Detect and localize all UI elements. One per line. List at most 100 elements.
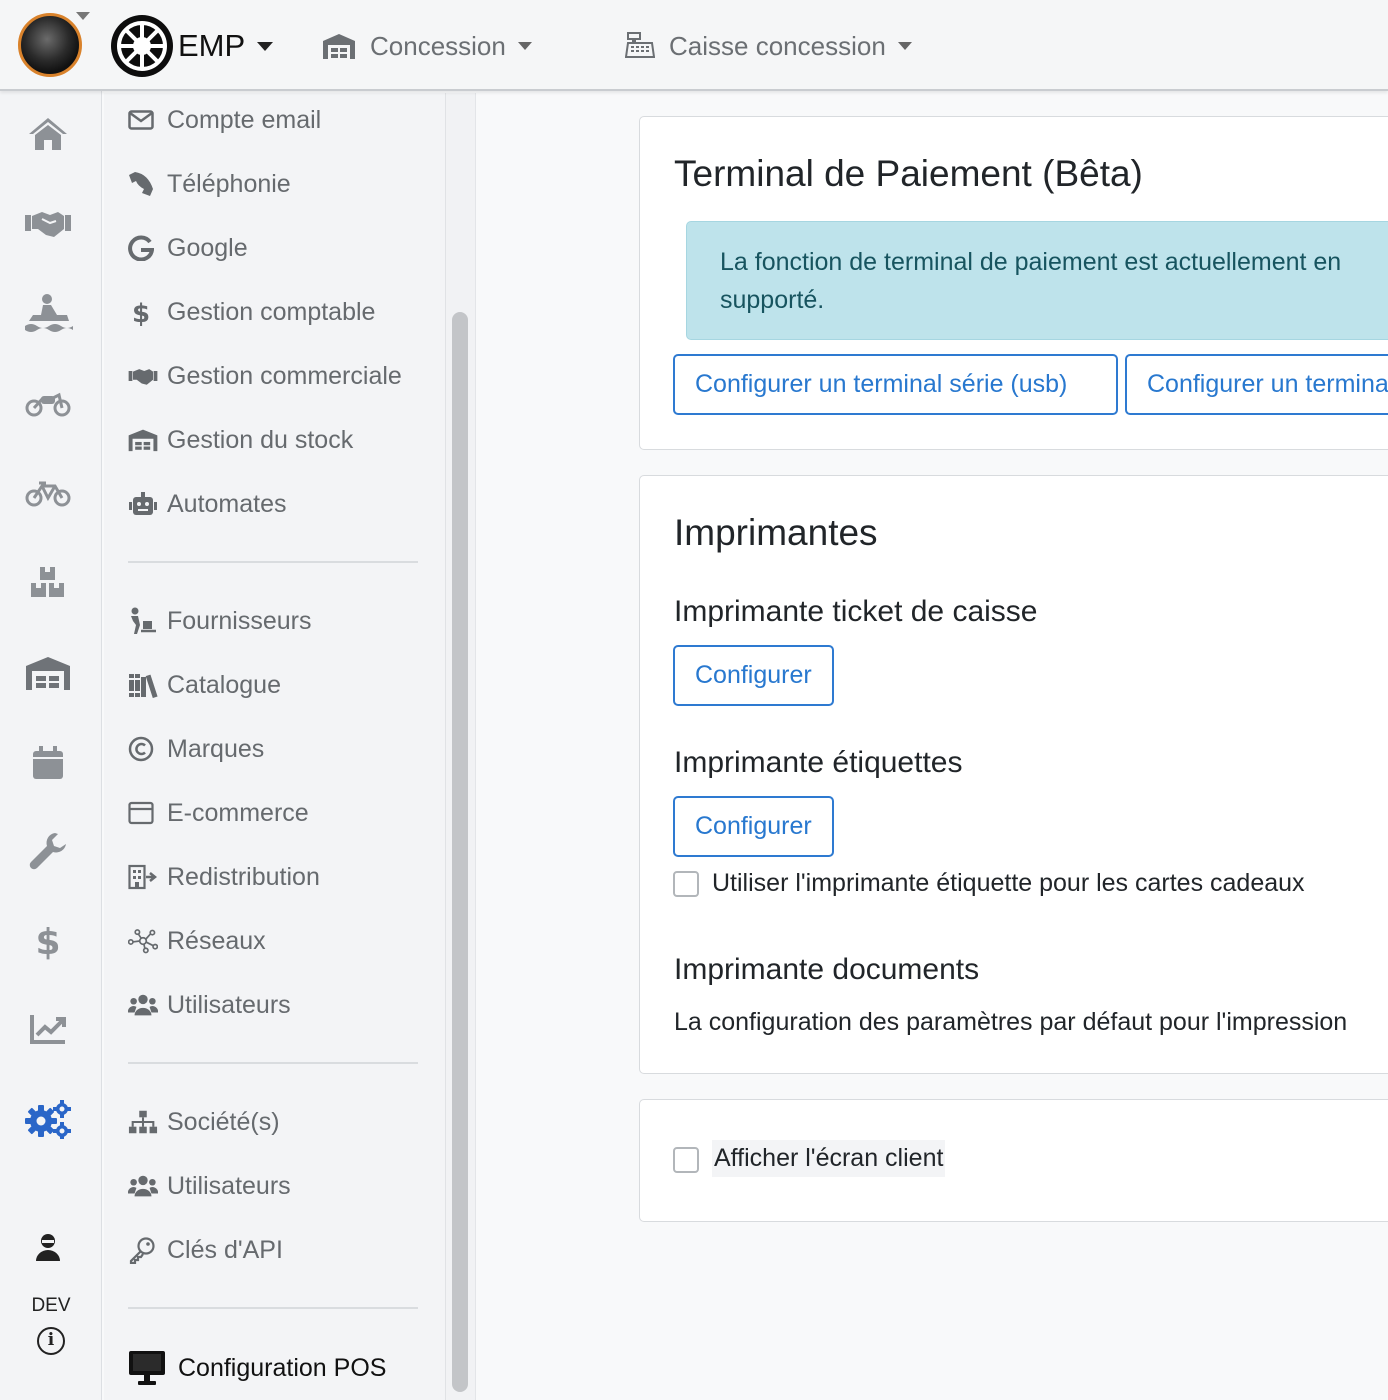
wrench-icon[interactable] xyxy=(22,825,74,877)
menu-item-pos-config[interactable]: Configuration POS xyxy=(128,1348,386,1388)
dollar-icon[interactable]: $ xyxy=(22,915,74,967)
google-icon xyxy=(128,233,158,263)
card-title: Terminal de Paiement (Bêta) xyxy=(674,153,1143,194)
menu-item-label: Utilisateurs xyxy=(167,990,291,1019)
menu-item-automates[interactable]: Automates xyxy=(128,484,287,524)
menu-item-users[interactable]: Utilisateurs xyxy=(128,985,291,1025)
chevron-down-icon xyxy=(897,42,912,50)
cogs-icon[interactable] xyxy=(22,1093,74,1145)
warehouse-icon xyxy=(323,34,355,59)
customer-display-checkbox[interactable] xyxy=(673,1147,699,1173)
phone-icon xyxy=(128,169,158,199)
location-dropdown[interactable]: Concession xyxy=(322,26,532,66)
chevron-down-icon[interactable] xyxy=(76,12,90,20)
configure-serial-terminal-button[interactable]: Configurer un terminal série (usb) xyxy=(673,354,1118,415)
network-icon xyxy=(128,926,158,956)
configure-receipt-printer-button[interactable]: Configurer xyxy=(673,645,834,706)
menu-item-stock[interactable]: Gestion du stock xyxy=(128,420,353,460)
gift-card-label-printer-checkbox[interactable] xyxy=(673,871,699,897)
menu-item-label: Gestion commerciale xyxy=(167,361,402,390)
menu-item-label: Marques xyxy=(167,734,265,763)
printers-card: Imprimantes Imprimante ticket de caisse … xyxy=(639,475,1388,1074)
menu-item-catalogue[interactable]: Catalogue xyxy=(128,665,281,705)
environment-label: DEV xyxy=(31,1295,71,1316)
card-title: Imprimantes xyxy=(674,512,878,553)
customer-display-card: Afficher l'écran client xyxy=(639,1099,1388,1222)
chevron-down-icon xyxy=(257,41,274,51)
menu-item-label: Gestion comptable xyxy=(167,297,376,326)
menu-item-label: Catalogue xyxy=(167,670,281,699)
menu-item-telephony[interactable]: Téléphonie xyxy=(128,164,291,204)
menu-divider xyxy=(128,1307,418,1309)
settings-menu: Compte email Téléphonie Google $ Gestion… xyxy=(104,93,446,1400)
user-avatar[interactable] xyxy=(18,13,82,77)
menu-item-ecommerce[interactable]: E-commerce xyxy=(128,793,309,833)
envelope-icon xyxy=(128,105,158,135)
label-printer-title: Imprimante étiquettes xyxy=(674,746,963,779)
menu-item-label: Téléphonie xyxy=(167,169,291,198)
empire-logo-icon xyxy=(111,15,173,77)
menu-divider xyxy=(128,1062,418,1064)
main-nav-rail: $ DEV i xyxy=(0,91,102,1400)
configure-other-terminal-button[interactable]: Configurer un terminal xyxy=(1125,354,1388,415)
users-icon xyxy=(128,1171,158,1201)
robot-icon xyxy=(128,489,158,519)
customer-display-label[interactable]: Afficher l'écran client xyxy=(712,1140,946,1177)
alert-text-line: supporté. xyxy=(720,286,825,314)
menu-item-label: Gestion du stock xyxy=(167,425,354,454)
menu-item-redistribution[interactable]: Redistribution xyxy=(128,857,320,897)
app-window: EMP Concession Caisse concession $ DEV i… xyxy=(0,0,1388,1400)
menu-item-api-keys[interactable]: Clés d'API xyxy=(128,1230,283,1270)
gift-card-checkbox-label[interactable]: Utiliser l'imprimante étiquette pour les… xyxy=(712,869,1305,898)
home-icon[interactable] xyxy=(22,108,74,160)
documents-printer-title: Imprimante documents xyxy=(674,953,980,986)
key-icon xyxy=(128,1235,158,1265)
menu-item-accounting[interactable]: $ Gestion comptable xyxy=(128,292,376,332)
cash-register-icon xyxy=(625,32,655,58)
menu-item-label: Redistribution xyxy=(167,862,320,891)
alert-text-line: La fonction de terminal de paiement est … xyxy=(720,248,1342,276)
warehouse-icon[interactable] xyxy=(22,647,74,699)
warehouse-icon xyxy=(128,425,158,455)
cash-register-dropdown[interactable]: Caisse concession xyxy=(625,26,912,66)
location-label: Concession xyxy=(370,30,506,61)
documents-printer-text: La configuration des paramètres par défa… xyxy=(674,1008,1348,1036)
company-switcher[interactable]: EMP xyxy=(110,15,274,77)
menu-item-commercial[interactable]: Gestion commerciale xyxy=(128,356,402,396)
scrollbar-thumb[interactable] xyxy=(452,312,468,1392)
menu-item-google[interactable]: Google xyxy=(128,228,248,268)
svg-text:$: $ xyxy=(35,922,60,961)
users-icon xyxy=(128,990,158,1020)
handshake-icon[interactable] xyxy=(22,197,74,249)
books-icon xyxy=(128,670,158,700)
info-alert: La fonction de terminal de paiement est … xyxy=(686,221,1388,340)
cash-register-label: Caisse concession xyxy=(669,30,886,61)
menu-item-label: Automates xyxy=(167,489,287,518)
jetski-icon[interactable] xyxy=(22,287,74,339)
menu-item-label: Compte email xyxy=(167,105,322,134)
boxes-icon[interactable] xyxy=(22,557,74,609)
user-icon[interactable] xyxy=(22,1221,74,1273)
menu-item-suppliers[interactable]: Fournisseurs xyxy=(128,601,312,641)
menu-item-label: Configuration POS xyxy=(178,1353,387,1382)
menu-item-email[interactable]: Compte email xyxy=(128,100,321,140)
payment-terminal-card: Terminal de Paiement (Bêta) La fonction … xyxy=(639,116,1388,450)
configure-label-printer-button[interactable]: Configurer xyxy=(673,796,834,857)
motorcycle-icon[interactable] xyxy=(22,377,74,429)
menu-item-users-2[interactable]: Utilisateurs xyxy=(128,1166,291,1206)
menu-item-companies[interactable]: Société(s) xyxy=(128,1102,280,1142)
menu-item-label: Utilisateurs xyxy=(167,1171,291,1200)
bicycle-icon[interactable] xyxy=(22,467,74,519)
svg-text:$: $ xyxy=(132,299,150,327)
calendar-icon[interactable] xyxy=(22,737,74,789)
menu-item-label: Société(s) xyxy=(167,1107,280,1136)
dolly-icon xyxy=(128,606,158,636)
menu-item-label: Google xyxy=(167,233,248,262)
menu-item-networks[interactable]: Réseaux xyxy=(128,921,266,961)
menu-divider xyxy=(128,561,418,563)
window-icon xyxy=(128,798,158,828)
info-icon[interactable]: i xyxy=(37,1327,65,1355)
chart-line-icon[interactable] xyxy=(22,1003,74,1055)
company-name: EMP xyxy=(178,28,246,63)
menu-item-brands[interactable]: Marques xyxy=(128,729,264,769)
